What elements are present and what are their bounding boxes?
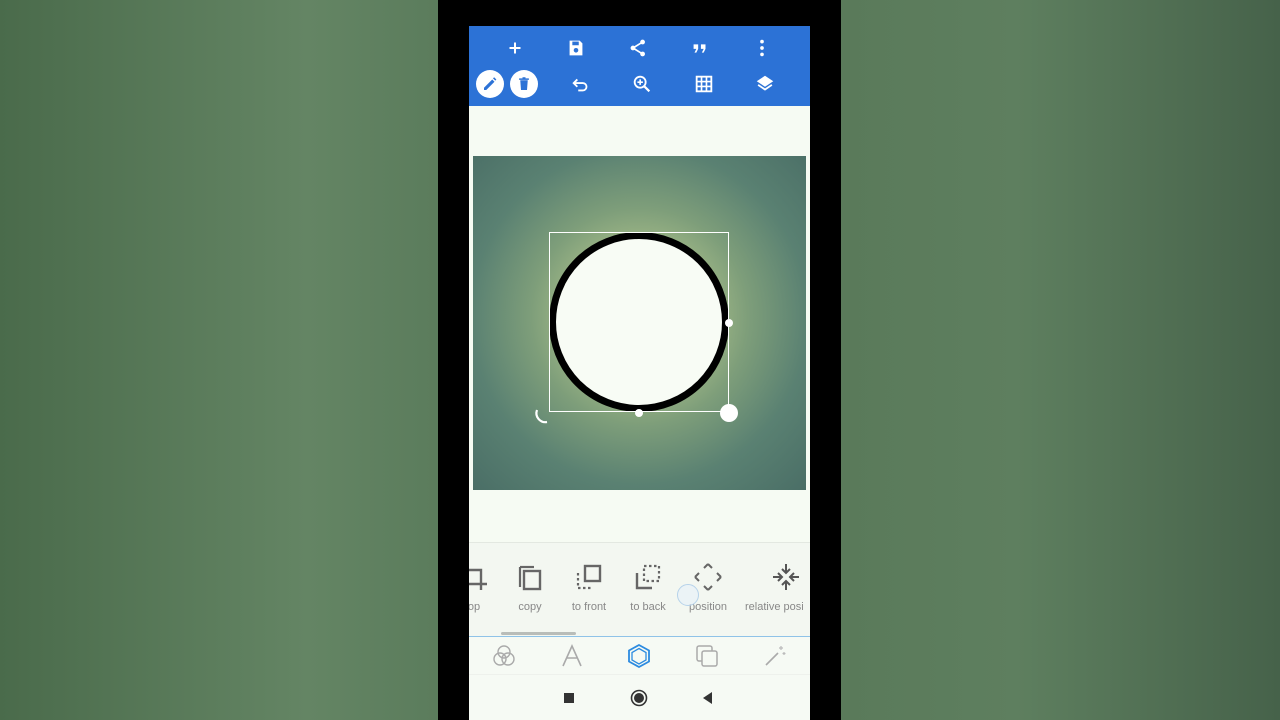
grid-icon <box>695 75 713 93</box>
back-icon[interactable] <box>699 689 717 707</box>
zoom-in-button[interactable] <box>627 69 657 99</box>
resize-handle-corner[interactable] <box>720 404 738 422</box>
trash-icon <box>519 77 529 90</box>
phone-frame: op copy to front to back position relati… <box>438 0 841 720</box>
save-icon <box>569 40 583 56</box>
relative-position-action[interactable]: relative posi <box>745 561 810 613</box>
edit-mode-button[interactable] <box>476 70 504 98</box>
delete-button[interactable] <box>510 70 538 98</box>
app-screen: op copy to front to back position relati… <box>469 26 810 720</box>
zoom-in-icon <box>633 75 651 93</box>
home-icon[interactable] <box>630 689 648 707</box>
system-nav-bar <box>469 674 810 720</box>
to-back-icon <box>635 564 661 590</box>
tab-blend[interactable] <box>491 643 517 669</box>
tab-duplicate[interactable] <box>694 643 720 669</box>
recents-icon[interactable] <box>560 689 578 707</box>
magic-wand-icon <box>765 646 786 666</box>
save-button[interactable] <box>561 33 591 63</box>
background-right <box>841 0 1280 720</box>
more-options-button[interactable] <box>747 33 777 63</box>
tab-magic[interactable] <box>762 643 788 669</box>
resize-handle-bottom[interactable] <box>635 409 643 417</box>
crop-icon <box>469 568 487 590</box>
shape-hexagon-icon <box>628 643 650 669</box>
pencil-icon <box>484 77 497 90</box>
drawing-canvas[interactable] <box>473 156 806 490</box>
undo-icon <box>572 78 588 92</box>
object-actions-bar: op copy to front to back position relati… <box>469 542 810 638</box>
selection-box <box>549 232 729 412</box>
tab-text[interactable] <box>559 643 585 669</box>
touch-indicator <box>677 584 699 606</box>
copy-icon <box>518 565 542 591</box>
tab-shape[interactable] <box>626 643 652 669</box>
background-left <box>0 0 438 720</box>
grid-button[interactable] <box>689 69 719 99</box>
color-blend-icon <box>493 645 515 666</box>
layers-button[interactable] <box>750 69 780 99</box>
layers-icon <box>756 75 774 91</box>
relative-position-action-label: relative posi <box>745 601 804 613</box>
rotate-handle-icon[interactable] <box>533 408 553 428</box>
quote-button[interactable] <box>685 33 715 63</box>
add-button[interactable] <box>500 33 530 63</box>
to-front-icon <box>576 564 602 590</box>
more-vert-icon <box>760 39 764 57</box>
bottom-tool-tabs <box>469 636 810 675</box>
duplicate-icon <box>696 645 718 667</box>
quote-icon <box>693 44 706 53</box>
top-toolbar <box>469 26 810 106</box>
relative-position-icon <box>773 564 799 590</box>
resize-handle-right[interactable] <box>725 319 733 327</box>
share-icon <box>630 39 645 57</box>
text-icon <box>562 644 582 667</box>
actions-scroll-indicator[interactable] <box>501 632 576 635</box>
share-button[interactable] <box>623 33 653 63</box>
undo-button[interactable] <box>566 69 596 99</box>
add-icon <box>509 42 521 54</box>
